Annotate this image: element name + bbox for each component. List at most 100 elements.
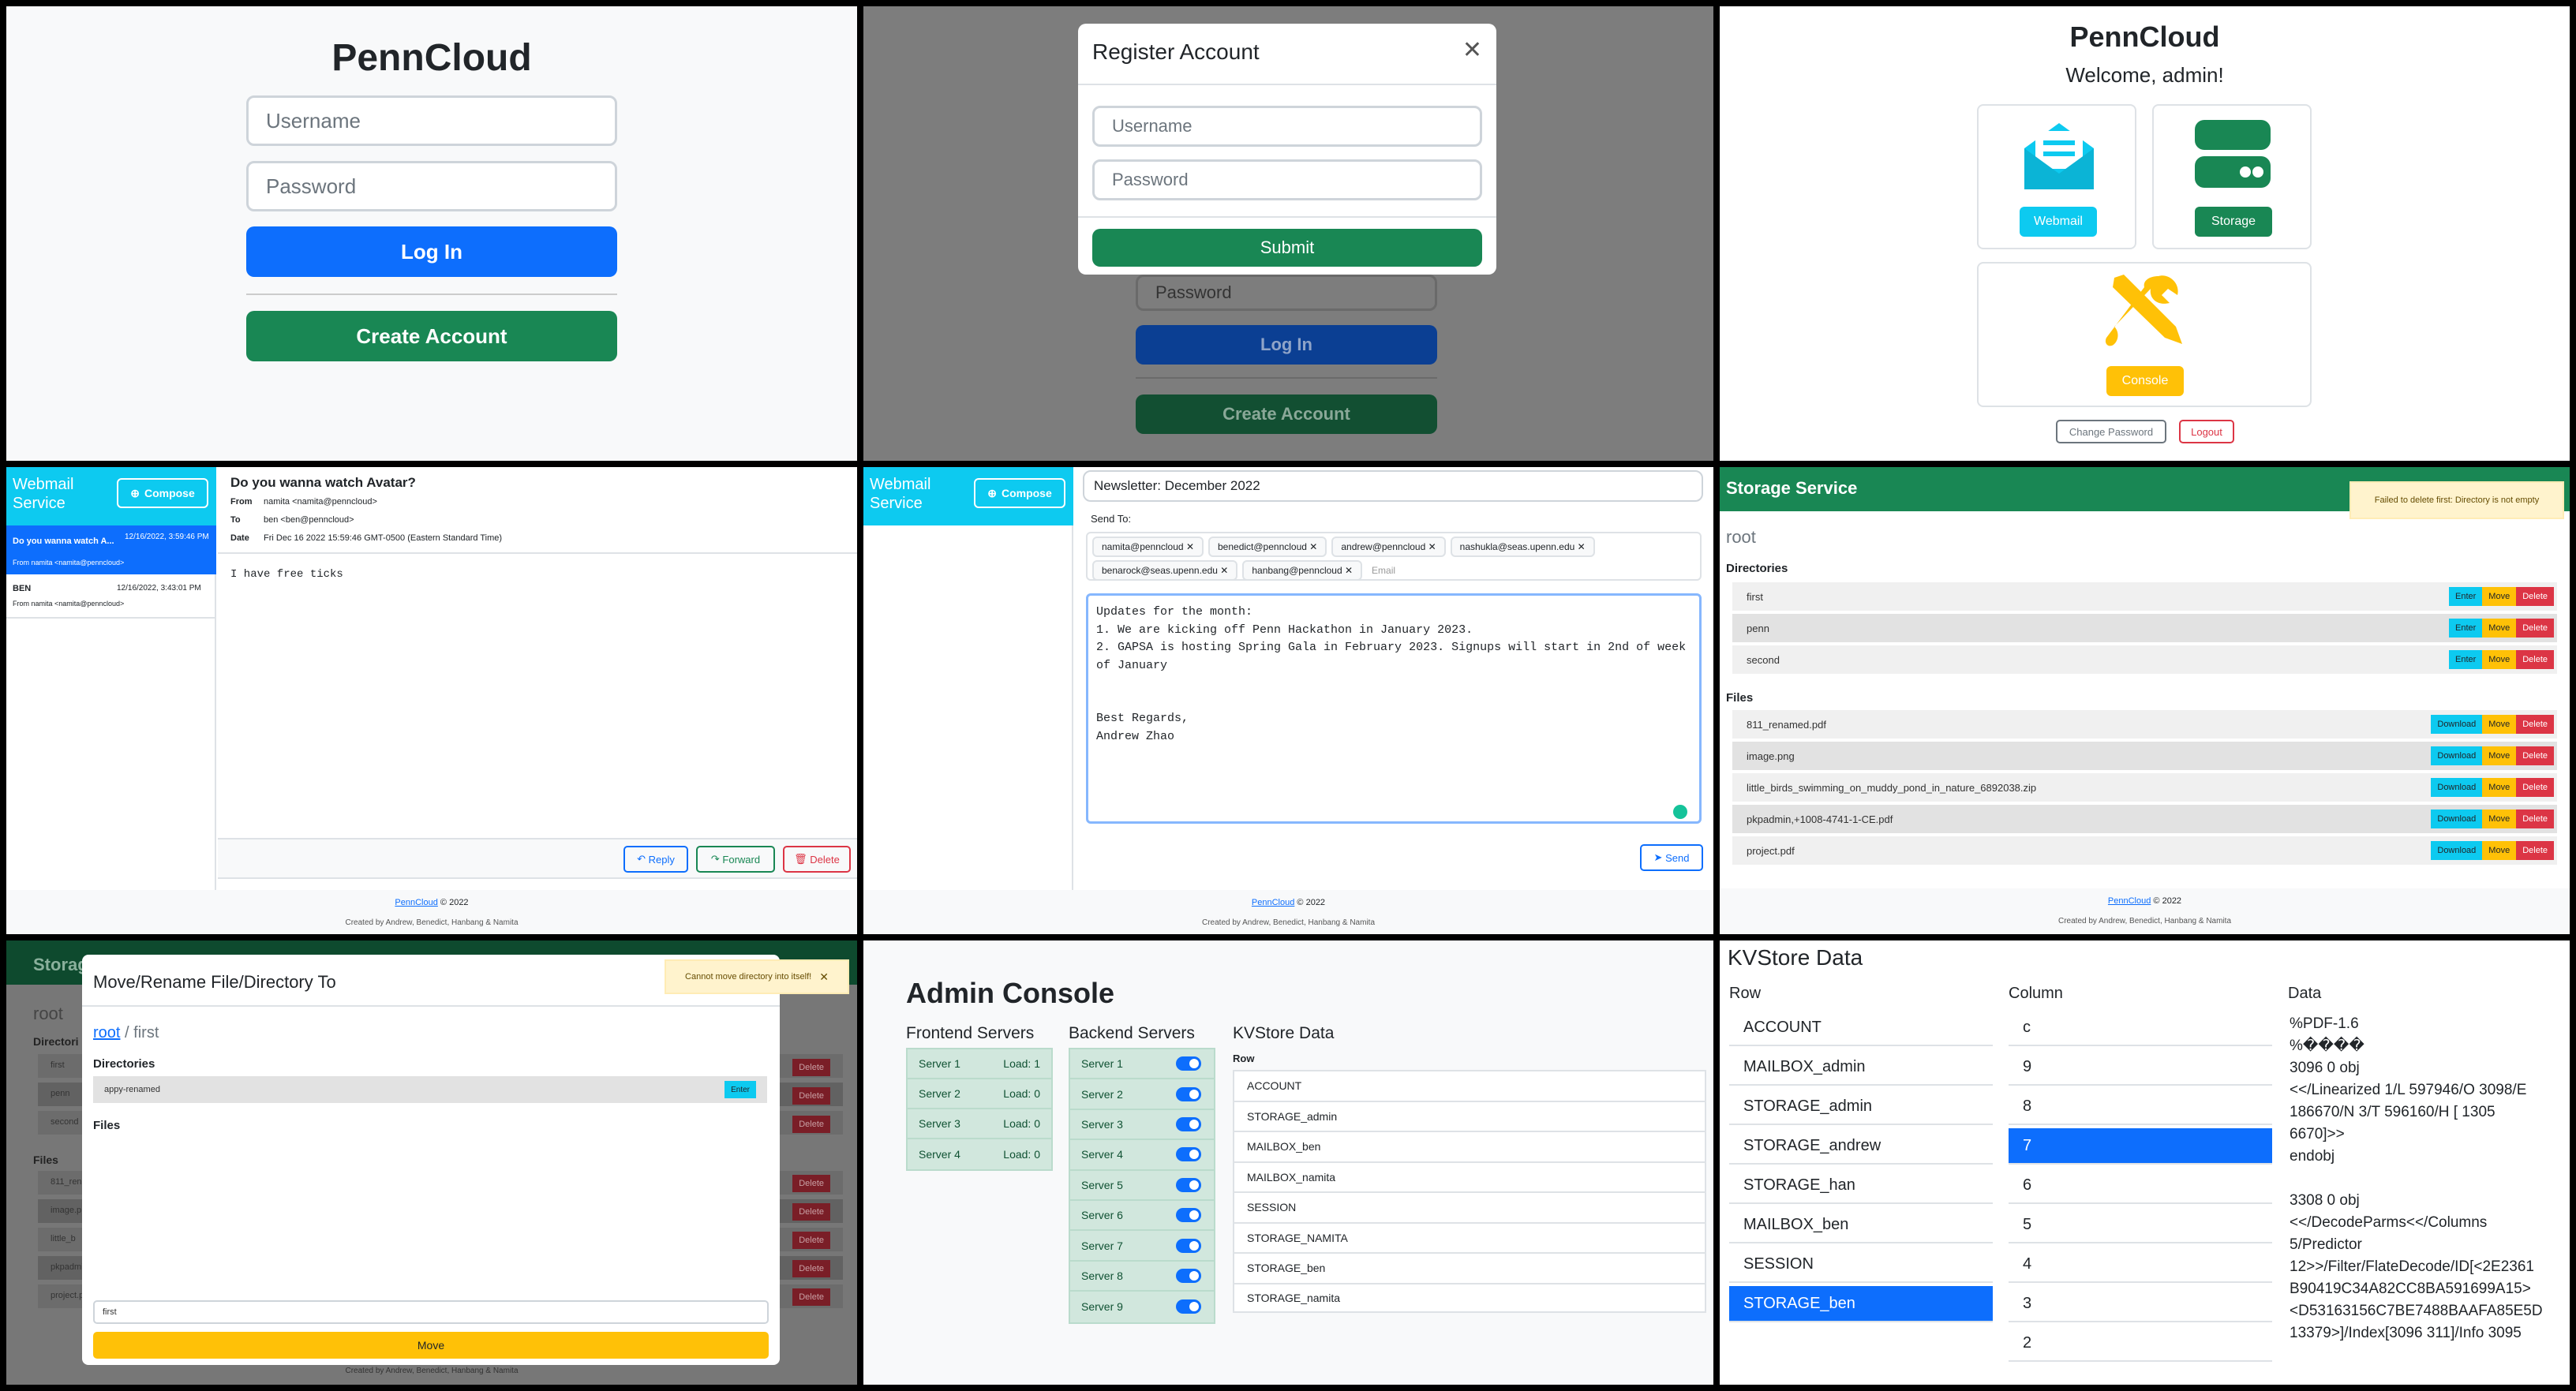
enter-button[interactable]: Enter bbox=[724, 1081, 756, 1098]
download-button[interactable]: Download bbox=[2431, 810, 2483, 828]
kv-row-item[interactable]: MAILBOX_ben bbox=[1729, 1207, 1993, 1243]
register-username-input[interactable]: Username bbox=[1092, 106, 1482, 147]
kv-column-item[interactable]: 9 bbox=[2009, 1049, 2272, 1086]
move-button[interactable]: Move bbox=[2482, 715, 2517, 734]
webmail-card[interactable]: Webmail bbox=[1977, 104, 2136, 249]
kv-row-item[interactable]: ACCOUNT bbox=[1729, 1010, 1993, 1046]
subject-input[interactable]: Newsletter: December 2022 bbox=[1083, 470, 1703, 502]
kv-row-item-selected[interactable]: STORAGE_ben bbox=[1729, 1286, 1993, 1322]
change-password-button[interactable]: Change Password bbox=[2056, 420, 2166, 443]
forward-button[interactable]: ↷ Forward bbox=[696, 846, 775, 873]
email-input[interactable]: Email bbox=[1372, 565, 1395, 576]
compose-button[interactable]: ⊕ Compose bbox=[117, 478, 208, 508]
kv-row-item[interactable]: ACCOUNT bbox=[1233, 1070, 1706, 1101]
footer-brand-link[interactable]: PennCloud bbox=[395, 898, 437, 907]
username-input[interactable]: Username bbox=[246, 95, 617, 146]
server-toggle[interactable] bbox=[1176, 1238, 1201, 1253]
enter-button[interactable]: Enter bbox=[2449, 650, 2483, 669]
directory-row[interactable]: second bbox=[1732, 645, 2557, 674]
x-icon[interactable]: ✕ bbox=[1220, 565, 1228, 576]
logout-button[interactable]: Logout bbox=[2179, 420, 2234, 443]
send-button[interactable]: ➤ Send bbox=[1640, 844, 1703, 871]
download-button[interactable]: Download bbox=[2431, 841, 2483, 860]
delete-button[interactable]: 🗑 Delete bbox=[783, 846, 851, 873]
login-button[interactable]: Log In bbox=[246, 226, 617, 277]
move-button[interactable]: Move bbox=[2482, 587, 2517, 606]
kv-column-item[interactable]: c bbox=[2009, 1010, 2272, 1046]
footer-brand-link[interactable]: PennCloud bbox=[1252, 898, 1294, 907]
console-button[interactable]: Console bbox=[2106, 366, 2184, 396]
breadcrumb-root-link[interactable]: root bbox=[93, 1024, 120, 1041]
move-button[interactable]: Move bbox=[2482, 619, 2517, 638]
move-button[interactable]: Move bbox=[2482, 810, 2517, 828]
kv-column-item[interactable]: 8 bbox=[2009, 1089, 2272, 1125]
delete-button[interactable]: Delete bbox=[2516, 650, 2554, 669]
kv-row-item[interactable]: SESSION bbox=[1233, 1191, 1706, 1222]
x-icon[interactable]: ✕ bbox=[1428, 541, 1436, 552]
webmail-button[interactable]: Webmail bbox=[2020, 207, 2097, 237]
kv-column-item[interactable]: 3 bbox=[2009, 1286, 2272, 1322]
delete-button[interactable]: Delete bbox=[2516, 841, 2554, 860]
delete-button[interactable]: Delete bbox=[2516, 715, 2554, 734]
kv-column-item[interactable]: 4 bbox=[2009, 1247, 2272, 1283]
kv-row-item[interactable]: MAILBOX_namita bbox=[1233, 1161, 1706, 1191]
kv-row-item[interactable]: SESSION bbox=[1729, 1247, 1993, 1283]
server-toggle[interactable] bbox=[1176, 1208, 1201, 1223]
reply-button[interactable]: ↶ Reply bbox=[623, 846, 688, 873]
x-icon[interactable]: ✕ bbox=[1309, 541, 1317, 552]
server-toggle[interactable] bbox=[1176, 1056, 1201, 1071]
x-icon[interactable]: ✕ bbox=[1345, 565, 1353, 576]
kv-row-item[interactable]: STORAGE_ben bbox=[1233, 1252, 1706, 1283]
delete-button[interactable]: Delete bbox=[2516, 746, 2554, 765]
download-button[interactable]: Download bbox=[2431, 778, 2483, 797]
kv-row-item[interactable]: STORAGE_andrew bbox=[1729, 1128, 1993, 1165]
footer-brand-link[interactable]: PennCloud bbox=[2108, 896, 2151, 906]
kv-row-item[interactable]: STORAGE_NAMITA bbox=[1233, 1221, 1706, 1252]
password-input[interactable]: Password bbox=[246, 161, 617, 211]
enter-button[interactable]: Enter bbox=[2449, 587, 2483, 606]
kv-row-item[interactable]: MAILBOX_admin bbox=[1729, 1049, 1993, 1086]
server-toggle[interactable] bbox=[1176, 1299, 1201, 1314]
storage-card[interactable]: Storage bbox=[2152, 104, 2312, 249]
close-icon[interactable]: ✕ bbox=[1462, 36, 1482, 64]
delete-button[interactable]: Delete bbox=[2516, 619, 2554, 638]
delete-button[interactable]: Delete bbox=[2516, 810, 2554, 828]
move-button[interactable]: Move bbox=[2482, 778, 2517, 797]
kv-row-item[interactable]: STORAGE_admin bbox=[1729, 1089, 1993, 1125]
directory-row[interactable]: appy-renamed Enter bbox=[93, 1076, 767, 1103]
recipients-box[interactable]: namita@penncloud ✕ benedict@penncloud ✕ … bbox=[1086, 532, 1702, 581]
destination-input[interactable]: first bbox=[93, 1300, 769, 1324]
move-button[interactable]: Move bbox=[2482, 746, 2517, 765]
server-toggle[interactable] bbox=[1176, 1147, 1201, 1162]
compose-button[interactable]: ⊕ Compose bbox=[974, 478, 1065, 508]
kv-column-item[interactable]: 5 bbox=[2009, 1207, 2272, 1243]
server-toggle[interactable] bbox=[1176, 1268, 1201, 1283]
move-button[interactable]: Move bbox=[2482, 841, 2517, 860]
delete-button[interactable]: Delete bbox=[2516, 587, 2554, 606]
enter-button[interactable]: Enter bbox=[2449, 619, 2483, 638]
kv-row-item[interactable]: STORAGE_namita bbox=[1233, 1282, 1706, 1313]
server-toggle[interactable] bbox=[1176, 1116, 1201, 1131]
kv-row-item[interactable]: MAILBOX_ben bbox=[1233, 1131, 1706, 1161]
kv-column-item[interactable]: 2 bbox=[2009, 1326, 2272, 1362]
submit-button[interactable]: Submit bbox=[1092, 229, 1482, 267]
directory-row[interactable]: penn bbox=[1732, 614, 2557, 642]
move-button[interactable]: Move bbox=[93, 1332, 769, 1359]
register-password-input[interactable]: Password bbox=[1092, 159, 1482, 200]
kv-row-item[interactable]: STORAGE_admin bbox=[1233, 1100, 1706, 1131]
x-icon[interactable]: ✕ bbox=[1186, 541, 1194, 552]
storage-button[interactable]: Storage bbox=[2195, 207, 2272, 237]
create-account-button[interactable]: Create Account bbox=[246, 311, 617, 361]
kv-row-item[interactable]: STORAGE_han bbox=[1729, 1168, 1993, 1204]
close-icon[interactable]: ✕ bbox=[819, 970, 829, 984]
mail-list-item[interactable]: Do you wanna watch A... 12/16/2022, 3:59… bbox=[6, 525, 216, 574]
directory-row[interactable]: first bbox=[1732, 582, 2557, 611]
delete-button[interactable]: Delete bbox=[2516, 778, 2554, 797]
kv-column-item-selected[interactable]: 7 bbox=[2009, 1128, 2272, 1165]
download-button[interactable]: Download bbox=[2431, 746, 2483, 765]
console-card[interactable]: Console bbox=[1977, 262, 2312, 407]
x-icon[interactable]: ✕ bbox=[1578, 541, 1586, 552]
server-toggle[interactable] bbox=[1176, 1086, 1201, 1101]
move-button[interactable]: Move bbox=[2482, 650, 2517, 669]
mail-list-item[interactable]: BEN 12/16/2022, 3:43:01 PM From namita <… bbox=[6, 574, 216, 619]
